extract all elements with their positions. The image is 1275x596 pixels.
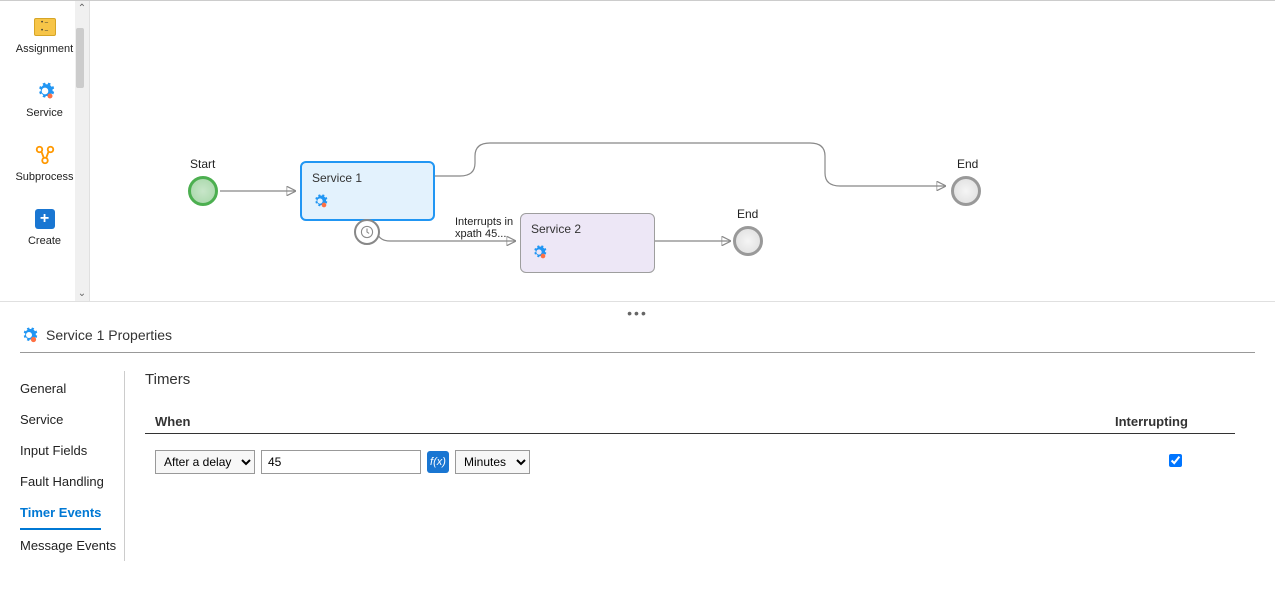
service2-node[interactable]: Service 2 [520,213,655,273]
col-header-interrupting: Interrupting [1115,414,1235,429]
timer-event-node[interactable] [354,219,380,245]
clock-icon [360,225,374,239]
start-label: Start [190,157,215,171]
end2-node[interactable] [951,176,981,206]
scroll-up-icon[interactable]: ⌃ [76,1,88,16]
gear-icon [531,244,547,260]
properties-title: Service 1 Properties [46,327,172,343]
palette-scrollbar[interactable]: ⌃ ⌄ [75,1,89,301]
palette-label: Assignment [4,43,85,55]
tab-timer-events[interactable]: Timer Events [20,497,101,530]
palette-label: Service [4,107,85,119]
section-title: Timers [145,371,1235,388]
tab-message-events[interactable]: Message Events [20,530,124,561]
fx-button[interactable]: f(x) [427,451,449,473]
gear-icon [312,193,328,209]
gear-icon [20,326,38,344]
start-node[interactable] [188,176,218,206]
fx-icon: f(x) [430,456,446,468]
end1-node[interactable] [733,226,763,256]
properties-tabs: General Service Input Fields Fault Handl… [20,371,125,561]
properties-header: Service 1 Properties [20,326,1255,353]
tab-service[interactable]: Service [20,404,124,435]
scroll-down-icon[interactable]: ⌄ [76,286,88,301]
delay-value-input[interactable] [261,450,421,474]
palette-sidebar: • –• – Assignment Service Subprocess + C… [0,1,90,301]
assignment-icon: • –• – [34,18,56,36]
drag-dots-icon: ••• [627,305,648,321]
end1-label: End [737,207,758,221]
end2-label: End [957,157,978,171]
unit-select[interactable]: Minutes [455,450,530,474]
tab-content-timer-events: Timers When Interrupting After a delay f… [125,371,1255,561]
properties-panel: Service 1 Properties General Service Inp… [0,316,1275,561]
service2-title: Service 2 [531,222,644,236]
diagram-canvas[interactable]: Start Service 1 Interrupts in xpath 45..… [90,1,1275,301]
panel-resizer[interactable]: ••• [0,302,1275,316]
timer-label: Interrupts in xpath 45... [455,216,513,240]
tab-input-fields[interactable]: Input Fields [20,435,124,466]
service1-title: Service 1 [312,171,423,185]
palette-label: Create [4,235,85,247]
plus-icon: + [35,209,55,229]
gear-icon [35,81,55,101]
when-select[interactable]: After a delay [155,450,255,474]
col-header-when: When [145,414,1115,429]
scroll-thumb[interactable] [76,28,84,88]
tab-fault-handling[interactable]: Fault Handling [20,466,124,497]
subprocess-icon [34,144,56,166]
interrupting-checkbox[interactable] [1169,454,1182,467]
service1-node[interactable]: Service 1 [300,161,435,221]
tab-general[interactable]: General [20,373,124,404]
palette-label: Subprocess [4,171,85,183]
